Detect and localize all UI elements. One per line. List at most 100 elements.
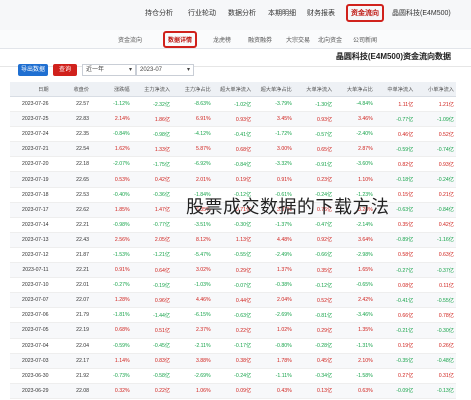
value-cell: 0.53%	[91, 171, 132, 188]
value-cell: -0.27%	[91, 277, 132, 294]
value-cell: -0.57亿	[293, 126, 335, 143]
table-row[interactable]: 2023-07-03 22.17 1.14% 0.83亿 3.88% 0.38亿 1.78%…	[10, 353, 456, 369]
table-row[interactable]: 2023-07-11 22.21 0.91% 0.64亿 3.02% 0.29亿 1.37%…	[10, 262, 456, 279]
column-header[interactable]: 中单净流入	[374, 82, 416, 97]
nav-tab-2[interactable]: 数据分析	[228, 8, 256, 18]
value-cell: 22.83	[50, 111, 92, 128]
value-cell: 0.22亿	[131, 383, 173, 399]
export-button[interactable]: 导出数据	[18, 64, 48, 76]
table-row[interactable]: 2023-06-30 21.92 -0.73% -0.58亿 -2.69% -0.24亿 -…	[10, 368, 456, 384]
date-cell: 2023-07-06	[10, 307, 51, 324]
date-select-value: 2023-07	[140, 67, 163, 73]
value-cell: 0.35亿	[374, 217, 416, 233]
date-select[interactable]: 2023-07 ▾	[136, 64, 194, 76]
value-cell: -2.98%	[334, 247, 375, 264]
value-cell: 0.52亿	[415, 126, 456, 143]
sub-tab-3[interactable]: 融资融券	[248, 35, 272, 44]
table-row[interactable]: 2023-07-04 22.04 -0.59% -0.45亿 -2.11% -0.17亿 -…	[10, 338, 456, 354]
date-cell: 2023-07-11	[10, 262, 51, 279]
value-cell: 2.01%	[172, 171, 213, 188]
column-header[interactable]: 主力净流入	[131, 82, 173, 97]
value-cell: 1.85%	[91, 202, 132, 218]
value-cell: 1.33亿	[131, 141, 173, 158]
table-row[interactable]: 2023-07-05 22.19 0.68% 0.51亿 2.37% 0.22亿 1.02%…	[10, 322, 456, 339]
column-header[interactable]: 大单净流入	[293, 82, 335, 97]
date-cell: 2023-07-07	[10, 292, 51, 309]
date-cell: 2023-07-19	[10, 171, 51, 188]
value-cell: 22.19	[50, 322, 92, 339]
column-header[interactable]: 主力净占比	[172, 82, 213, 97]
period-select[interactable]: 近一年 ▾	[82, 64, 136, 76]
value-cell: -3.60%	[334, 156, 375, 173]
value-cell: 2.42%	[334, 292, 375, 309]
date-cell: 2023-07-10	[10, 277, 51, 294]
nav-tab-4[interactable]: 财务报表	[307, 8, 335, 18]
table-row[interactable]: 2023-07-12 21.87 -1.53% -1.21亿 -5.47% -0.55亿 -…	[10, 247, 456, 264]
value-cell: -1.81%	[91, 307, 132, 324]
value-cell: -1.09亿	[415, 111, 456, 128]
table-row[interactable]: 2023-07-06 21.79 -1.81% -1.44亿 -6.15% -0.63亿 -…	[10, 307, 456, 324]
date-cell: 2023-07-03	[10, 353, 51, 369]
value-cell: 22.54	[50, 141, 92, 158]
sub-tab-2[interactable]: 龙虎榜	[213, 35, 231, 44]
overlay-caption: 股票成交数据的下载方法	[186, 197, 390, 218]
column-header[interactable]: 超大单净流入	[212, 82, 254, 97]
value-cell: -0.58亿	[131, 368, 173, 384]
value-cell: 0.91%	[253, 171, 294, 188]
table-row[interactable]: 2023-07-10 22.01 -0.27% -0.19亿 -1.03% -0.07亿 -…	[10, 277, 456, 294]
date-cell: 2023-07-17	[10, 202, 51, 218]
table-row[interactable]: 2023-07-07 22.07 1.28% 0.96亿 4.46% 0.44亿 2.04%…	[10, 292, 456, 309]
value-cell: -0.41亿	[374, 292, 416, 309]
value-cell: -0.84亿	[212, 156, 254, 173]
value-cell: 0.27亿	[374, 368, 416, 384]
sub-tab-4[interactable]: 大宗交易	[286, 35, 310, 44]
table-row[interactable]: 2023-07-20 22.18 -2.07% -1.75亿 -6.92% -0.84亿 -…	[10, 156, 456, 173]
table-row[interactable]: 2023-07-21 22.54 1.62% 1.33亿 5.87% 0.68亿 3.00%…	[10, 141, 456, 158]
table-row[interactable]: 2023-06-29 22.08 0.32% 0.22亿 1.06% 0.09亿 0.43%…	[10, 383, 456, 399]
value-cell: 0.23亿	[293, 171, 335, 188]
query-button[interactable]: 查询	[53, 64, 77, 76]
value-cell: 1.62%	[91, 141, 132, 158]
value-cell: 0.63%	[334, 383, 375, 399]
column-header[interactable]: 日期	[10, 82, 51, 97]
table-row[interactable]: 2023-07-25 22.83 2.14% 1.86亿 6.91% 0.93亿 3.45%…	[10, 111, 456, 128]
value-cell: 3.88%	[172, 353, 213, 369]
nav-tab-6[interactable]: 晶圆科技(E4M500)	[392, 8, 451, 18]
value-cell: -0.48亿	[415, 353, 456, 369]
table-row[interactable]: 2023-07-24 22.35 -0.84% -0.98亿 -4.12% -0.41亿 -…	[10, 126, 456, 143]
value-cell: 2.05亿	[131, 232, 173, 248]
sub-tab-5[interactable]: 北向资金	[318, 35, 342, 44]
value-cell: -0.40%	[91, 187, 132, 203]
table-row[interactable]: 2023-07-13 22.43 2.56% 2.05亿 8.12% 1.13亿 4.48%…	[10, 232, 456, 248]
value-cell: -1.30亿	[293, 96, 335, 113]
value-cell: 5.87%	[172, 141, 213, 158]
value-cell: 1.11亿	[374, 96, 416, 113]
nav-tab-0[interactable]: 持仓分析	[145, 8, 173, 18]
value-cell: 0.22亿	[212, 322, 254, 339]
column-header[interactable]: 收盘价	[50, 82, 92, 97]
column-header[interactable]: 超大单净占比	[253, 82, 294, 97]
value-cell: -0.18亿	[374, 171, 416, 188]
value-cell: 0.29亿	[212, 262, 254, 279]
sub-tab-6[interactable]: 公司新闻	[353, 35, 377, 44]
sub-tab-0[interactable]: 资金流向	[118, 35, 142, 44]
column-header[interactable]: 大单净占比	[334, 82, 375, 97]
value-cell: -0.59亿	[374, 141, 416, 158]
nav-tab-5[interactable]: 资金流向	[346, 4, 384, 22]
table-row[interactable]: 2023-07-14 22.21 -0.98% -0.77亿 -3.51% -0.30亿 -…	[10, 217, 456, 233]
value-cell: -0.30亿	[212, 217, 254, 233]
nav-tab-1[interactable]: 行业轮动	[188, 8, 216, 18]
value-cell: 1.14%	[91, 353, 132, 369]
value-cell: -1.21亿	[131, 247, 173, 264]
value-cell: 0.31亿	[415, 368, 456, 384]
table-row[interactable]: 2023-07-19 22.65 0.53% 0.42亿 2.01% 0.19亿 0.91%…	[10, 171, 456, 188]
table-row[interactable]: 2023-07-26 22.57 -1.12% -2.32亿 -8.63% -1.02亿 -…	[10, 96, 456, 113]
value-cell: 0.78亿	[415, 307, 456, 324]
sub-tab-1[interactable]: 数据详情	[163, 31, 198, 48]
nav-tab-3[interactable]: 本期明细	[268, 8, 296, 18]
value-cell: -0.13亿	[415, 383, 456, 399]
column-header[interactable]: 涨跌幅	[91, 82, 132, 97]
value-cell: -2.14%	[334, 217, 375, 233]
column-header[interactable]: 小单净流入	[415, 82, 456, 97]
value-cell: -1.12%	[91, 96, 132, 113]
